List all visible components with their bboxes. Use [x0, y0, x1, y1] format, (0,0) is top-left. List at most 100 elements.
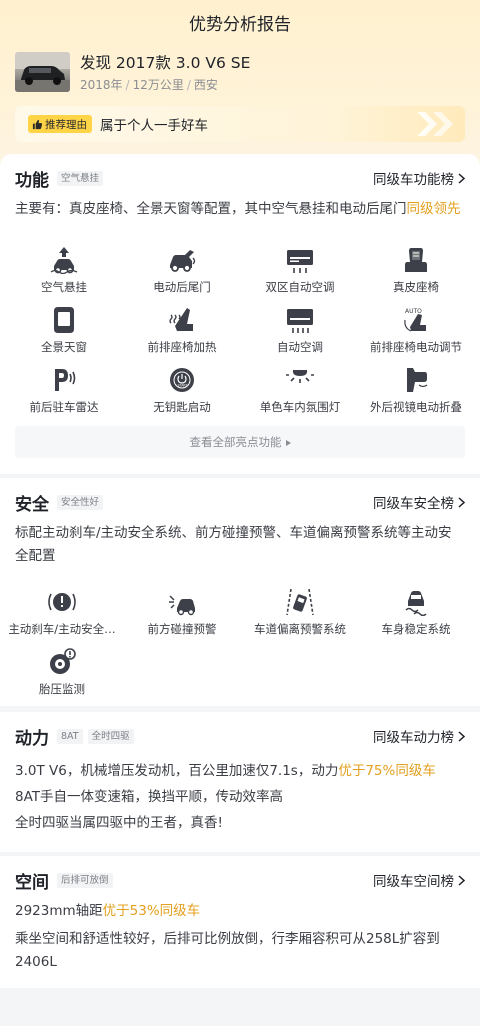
car-mileage: 12万公里	[132, 78, 184, 92]
feature-label: 车身稳定系统	[381, 622, 451, 636]
feature-item[interactable]: 真皮座椅	[356, 246, 476, 294]
feature-item[interactable]: 外后视镜电动折叠	[356, 366, 476, 414]
feature-item[interactable]: 自动空调	[240, 306, 360, 354]
feature-item[interactable]: AUTO 前排座椅电动调节	[356, 306, 476, 354]
chevron-right-icon	[458, 730, 465, 742]
function-card-header: 功能 空气悬挂 同级车功能榜	[15, 166, 465, 191]
feature-label: 前排座椅加热	[147, 340, 217, 354]
leather-seat-icon	[405, 248, 427, 272]
car-year: 2018年	[80, 78, 123, 92]
page-bottom-spacer	[0, 988, 480, 1026]
space-title: 空间	[15, 872, 49, 893]
view-all-features-button[interactable]: 查看全部亮点功能	[15, 426, 465, 458]
recommend-reason-bar: 推荐理由 属于个人一手好车	[15, 106, 465, 142]
meta-separator: /	[186, 78, 191, 92]
power-line-1-main: 3.0T V6，机械增压发动机，百公里加速仅7.1s，动力	[15, 763, 339, 779]
safety-chip: 安全性好	[57, 494, 104, 510]
svg-text:START: START	[178, 384, 188, 388]
space-line-1: 2923mm轴距优于53%同级车	[15, 900, 467, 923]
function-desc-main: 主要有：真皮座椅、全景天窗等配置，其中空气悬挂和电动后尾门	[15, 201, 407, 217]
function-description: 主要有：真皮座椅、全景天窗等配置，其中空气悬挂和电动后尾门同级领先	[15, 198, 467, 221]
car-city: 西安	[193, 78, 218, 92]
chevron-right-icon	[458, 172, 465, 184]
feature-label: 单色车内氛围灯	[259, 400, 341, 414]
safety-rank-link-label: 同级车安全榜	[373, 496, 454, 512]
power-line-1-highlight: 优于75%同级车	[338, 763, 436, 779]
svg-text:AUTO: AUTO	[405, 308, 422, 315]
feature-item[interactable]: 车道偏离预警系统	[240, 588, 360, 636]
power-line-2: 8AT手自一体变速箱，换挡平顺，传动效率高	[15, 789, 284, 805]
power-seat-icon: AUTO	[404, 308, 426, 332]
feature-item[interactable]: 单色车内氛围灯	[240, 366, 360, 414]
power-chip: 全时四驱	[87, 728, 134, 744]
recommend-reason-tag-label: 推荐理由	[45, 118, 87, 131]
feature-label: 前方碰撞预警	[147, 622, 217, 636]
auto-ac-icon	[287, 309, 313, 333]
function-chip: 空气悬挂	[57, 170, 104, 186]
power-rank-link[interactable]: 同级车动力榜	[373, 726, 465, 746]
view-all-features-label: 查看全部亮点功能	[189, 435, 282, 449]
car-meta: 2018年/12万公里 / 西安	[80, 78, 250, 92]
feature-item[interactable]: 电动后尾门	[122, 246, 242, 294]
feature-item[interactable]: 前排座椅加热	[122, 306, 242, 354]
feature-item[interactable]: START 无钥匙启动	[122, 366, 242, 414]
lane-departure-icon	[286, 588, 314, 616]
feature-label: 前排座椅电动调节	[370, 340, 462, 354]
feature-label: 胎压监测	[39, 682, 85, 696]
meta-separator: /	[125, 78, 130, 92]
ambient-light-icon	[286, 370, 314, 383]
safety-rank-link[interactable]: 同级车安全榜	[373, 492, 465, 512]
feature-label: 真皮座椅	[393, 280, 439, 294]
space-card: 空间 后排可放倒 同级车空间榜 2923mm轴距优于53%同级车 乘坐空间和舒适…	[0, 856, 480, 988]
space-rank-link[interactable]: 同级车空间榜	[373, 870, 465, 890]
parking-radar-icon	[55, 369, 76, 391]
space-chip: 后排可放倒	[57, 872, 113, 888]
feature-label: 车道偏离预警系统	[254, 622, 346, 636]
thumbs-up-icon	[32, 119, 43, 129]
function-title: 功能	[15, 170, 49, 191]
space-line-2: 乘坐空间和舒适性较好，后排可比例放倒，行李厢容积可从258L扩容到2406L	[15, 931, 440, 970]
stability-control-icon	[405, 591, 427, 616]
feature-item[interactable]: 双区自动空调	[240, 246, 360, 294]
power-title: 动力	[15, 728, 49, 749]
feature-label: 双区自动空调	[265, 280, 335, 294]
power-line-3: 全时四驱当属四驱中的王者，真香!	[15, 815, 223, 831]
feature-label: 电动后尾门	[153, 280, 211, 294]
feature-label: 前后驻车雷达	[29, 400, 99, 414]
mirror-fold-icon	[407, 368, 428, 392]
car-summary[interactable]: 发现 2017款 3.0 V6 SE 2018年/12万公里 / 西安	[15, 52, 250, 96]
function-rank-link[interactable]: 同级车功能榜	[373, 168, 465, 188]
function-rank-link-label: 同级车功能榜	[373, 172, 454, 188]
feature-label: 全景天窗	[41, 340, 87, 354]
power-rank-link-label: 同级车动力榜	[373, 730, 454, 746]
page-title: 优势分析报告	[189, 15, 291, 35]
chevron-right-icon	[458, 874, 465, 886]
recommend-reason-tag: 推荐理由	[28, 115, 92, 133]
feature-item[interactable]: 胎压监测	[2, 648, 122, 696]
safety-card: 安全 安全性好 同级车安全榜 标配主动刹车/主动安全系统、前方碰撞预警、车道偏离…	[0, 478, 480, 706]
feature-item[interactable]: 全景天窗	[4, 306, 124, 354]
power-chip: 8AT	[57, 728, 83, 744]
chevrons-decoration-icon	[417, 112, 453, 136]
feature-item[interactable]: 主动刹车/主动安全…	[2, 588, 122, 636]
page: 优势分析报告 发现 2017款 3.0 V6 SE 2018年/12万公里 / 西安	[0, 0, 480, 1026]
power-tailgate-icon	[170, 250, 196, 272]
safety-title: 安全	[15, 494, 49, 515]
feature-item[interactable]: 前方碰撞预警	[122, 588, 242, 636]
feature-item[interactable]: 空气悬挂	[4, 246, 124, 294]
function-desc-highlight: 同级领先	[406, 201, 461, 217]
feature-label: 外后视镜电动折叠	[370, 400, 462, 414]
collision-warning-icon	[169, 595, 195, 616]
air-suspension-icon	[50, 247, 78, 274]
feature-item[interactable]: 前后驻车雷达	[4, 366, 124, 414]
recommend-reason-text: 属于个人一手好车	[100, 118, 208, 134]
keyless-start-icon: START	[170, 368, 194, 392]
dual-zone-ac-icon	[287, 250, 313, 273]
feature-item[interactable]: 车身稳定系统	[356, 588, 476, 636]
space-line-1-main: 2923mm轴距	[15, 903, 103, 919]
feature-label: 无钥匙启动	[153, 400, 211, 414]
active-brake-icon	[48, 593, 76, 611]
function-card: 功能 空气悬挂 同级车功能榜 主要有：真皮座椅、全景天窗等配置，其中空气悬挂和电…	[0, 154, 480, 474]
safety-card-header: 安全 安全性好 同级车安全榜	[15, 490, 465, 515]
space-line-1-highlight: 优于53%同级车	[102, 903, 201, 919]
